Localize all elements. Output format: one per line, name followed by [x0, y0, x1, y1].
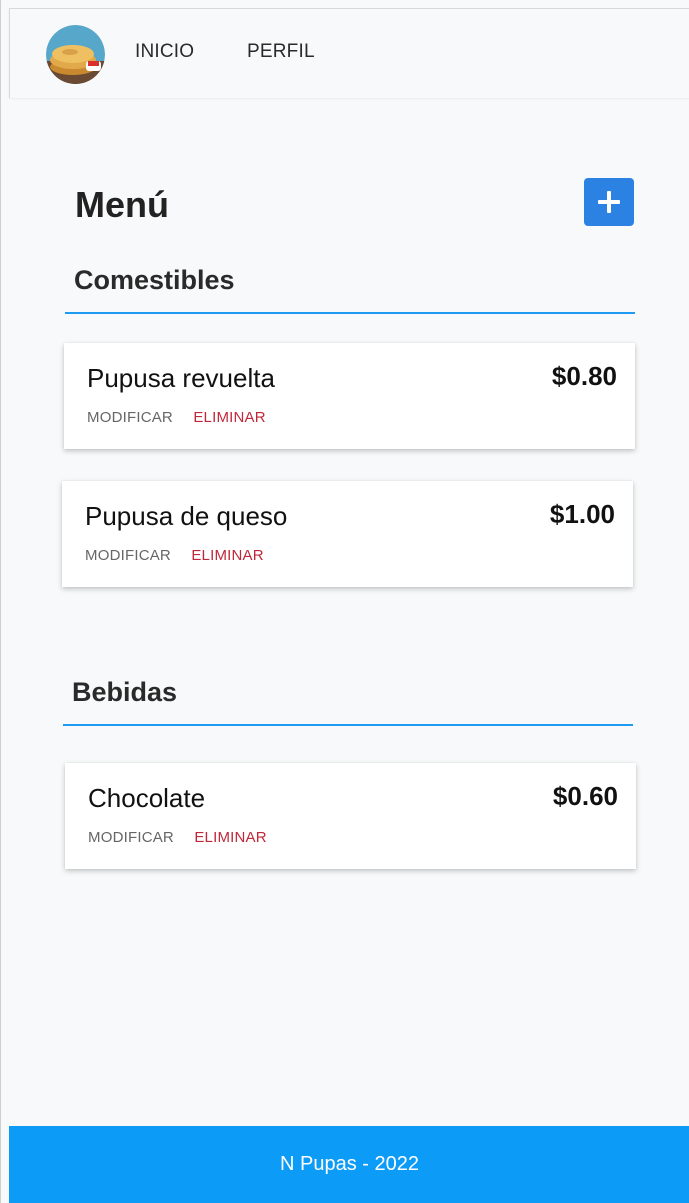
- top-navbar: INICIO PERFIL: [9, 8, 689, 98]
- item-price: $0.80: [551, 361, 617, 391]
- item-name: Pupusa revuelta: [87, 363, 275, 393]
- item-name: Chocolate: [88, 783, 206, 813]
- app-root: INICIO PERFIL Menú Comestibles Pupusa re…: [0, 0, 689, 1203]
- item-name: Pupusa de queso: [85, 501, 288, 531]
- footer-text: N Pupas - 2022: [280, 1153, 419, 1175]
- menu-item-card: Pupusa de queso $1.00 MODIFICAR ELIMINAR: [62, 481, 633, 587]
- item-actions: MODIFICAR ELIMINAR: [88, 829, 267, 846]
- delete-button[interactable]: ELIMINAR: [191, 547, 263, 564]
- item-price: $1.00: [549, 499, 615, 529]
- nav-link-perfil[interactable]: PERFIL: [247, 41, 315, 63]
- add-item-button[interactable]: [584, 178, 634, 226]
- item-price: $0.60: [552, 781, 618, 811]
- logo-pupusa-icon[interactable]: [46, 25, 105, 84]
- nav-link-inicio[interactable]: INICIO: [135, 41, 194, 63]
- delete-button[interactable]: ELIMINAR: [193, 409, 265, 426]
- modify-button[interactable]: MODIFICAR: [87, 409, 173, 426]
- menu-item-card: Pupusa revuelta $0.80 MODIFICAR ELIMINAR: [64, 343, 635, 449]
- footer: N Pupas - 2022: [9, 1126, 689, 1203]
- item-actions: MODIFICAR ELIMINAR: [87, 409, 266, 426]
- item-actions: MODIFICAR ELIMINAR: [85, 547, 264, 564]
- section-divider: [65, 312, 635, 314]
- section-divider: [63, 724, 633, 726]
- section-title-comestibles: Comestibles: [74, 265, 235, 295]
- section-title-bebidas: Bebidas: [72, 677, 178, 707]
- menu-item-card: Chocolate $0.60 MODIFICAR ELIMINAR: [65, 763, 636, 869]
- page-title: Menú: [75, 184, 169, 225]
- modify-button[interactable]: MODIFICAR: [88, 829, 174, 846]
- delete-button[interactable]: ELIMINAR: [194, 829, 266, 846]
- modify-button[interactable]: MODIFICAR: [85, 547, 171, 564]
